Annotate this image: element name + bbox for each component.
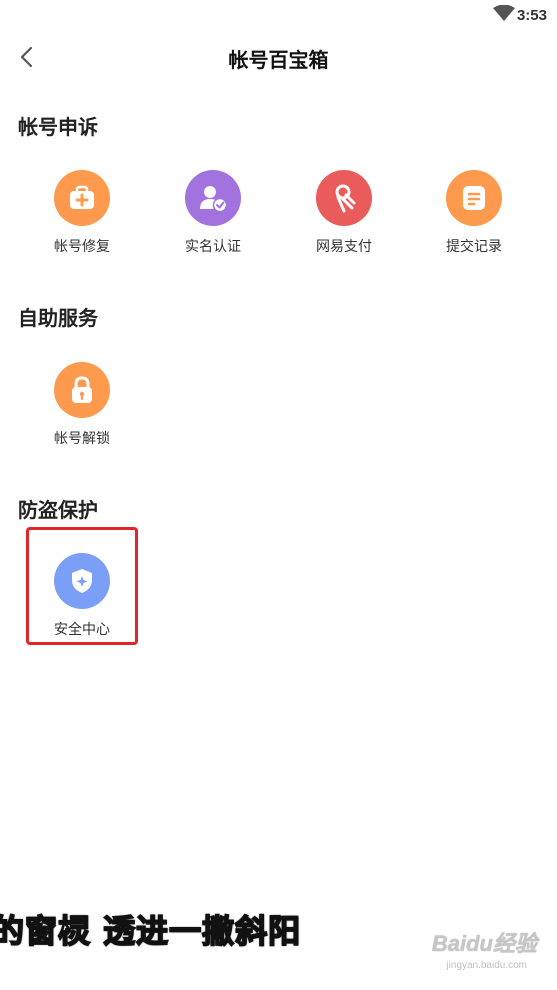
account-repair-label: 帐号修复 bbox=[54, 238, 110, 254]
page-title: 帐号百宝箱 bbox=[228, 50, 329, 72]
section-title-self-service: 自助服务 bbox=[18, 308, 98, 330]
security-center-label: 安全中心 bbox=[54, 621, 110, 637]
lock-icon bbox=[54, 362, 110, 418]
baidu-watermark-url: jingyan.baidu.com bbox=[446, 960, 527, 971]
section-title-account-appeal: 帐号申诉 bbox=[18, 117, 98, 139]
section-title-anti-theft: 防盗保护 bbox=[18, 500, 98, 522]
status-time: 3:53 bbox=[516, 7, 547, 24]
verified-user-icon bbox=[185, 170, 241, 226]
document-icon bbox=[446, 170, 502, 226]
account-repair-button[interactable]: 帐号修复 bbox=[27, 170, 137, 256]
netease-pay-label: 网易支付 bbox=[316, 238, 372, 254]
shield-icon bbox=[54, 553, 110, 609]
status-bar: 3:53 bbox=[0, 0, 557, 30]
security-center-button[interactable]: 安全中心 bbox=[27, 553, 137, 639]
medical-kit-icon bbox=[54, 170, 110, 226]
submission-records-label: 提交记录 bbox=[446, 238, 502, 254]
wifi-icon bbox=[493, 5, 515, 21]
netease-pay-button[interactable]: 网易支付 bbox=[289, 170, 399, 256]
baidu-watermark: Baidu经验 bbox=[431, 931, 537, 956]
submission-records-button[interactable]: 提交记录 bbox=[419, 170, 529, 256]
real-name-auth-label: 实名认证 bbox=[185, 238, 241, 254]
payment-icon bbox=[316, 170, 372, 226]
account-unlock-label: 帐号解锁 bbox=[54, 430, 110, 446]
real-name-auth-button[interactable]: 实名认证 bbox=[158, 170, 268, 256]
account-unlock-button[interactable]: 帐号解锁 bbox=[27, 362, 137, 448]
video-subtitle: 的窗棂 透进一撇斜阳 bbox=[0, 911, 302, 951]
navigation-bar: 帐号百宝箱 bbox=[0, 34, 557, 80]
